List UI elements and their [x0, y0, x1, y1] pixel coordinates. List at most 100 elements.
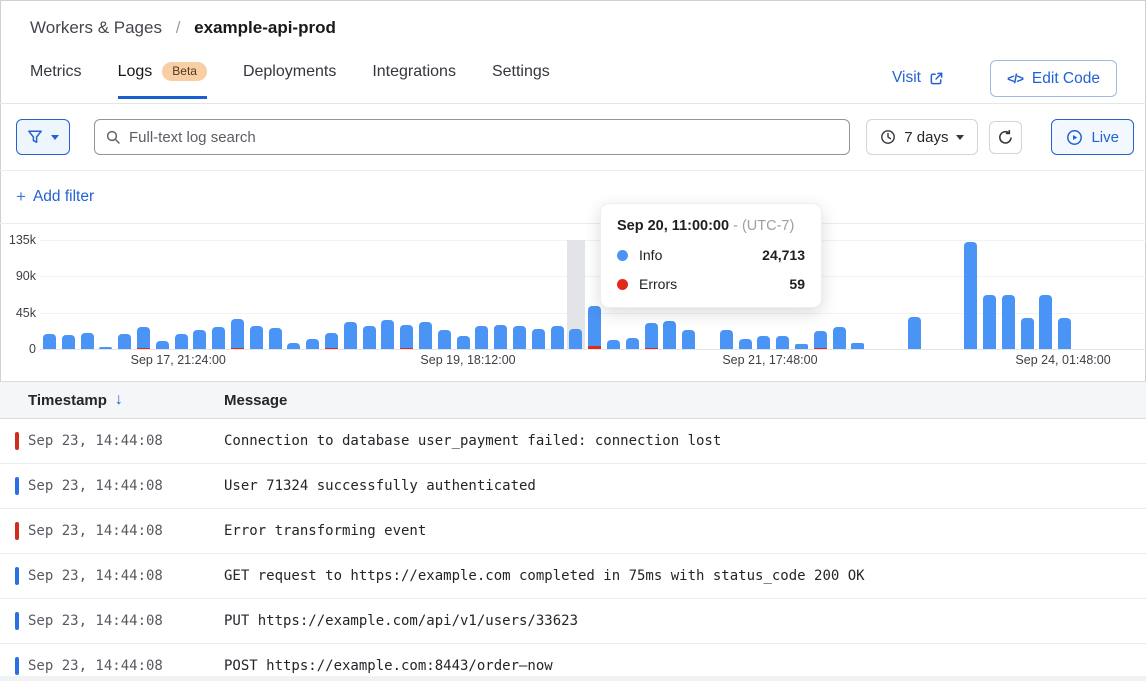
x-axis-label: Sep 21, 17:48:00	[722, 353, 817, 367]
tab-integrations[interactable]: Integrations	[372, 62, 456, 99]
chart-bar[interactable]	[156, 240, 169, 349]
chart-bar[interactable]	[494, 240, 507, 349]
chart-bar[interactable]	[62, 240, 75, 349]
edit-code-button[interactable]: </> Edit Code	[990, 60, 1117, 97]
info-segment	[43, 334, 56, 349]
page-header: Workers & Pages / example-api-prod Metri…	[0, 0, 1146, 104]
chart-bar[interactable]	[532, 240, 545, 349]
chart-bar[interactable]	[43, 240, 56, 349]
info-segment	[795, 344, 808, 349]
time-range-value: 7 days	[904, 129, 948, 146]
chart-bar[interactable]	[118, 240, 131, 349]
chart-bar[interactable]	[908, 240, 921, 349]
log-timestamp: Sep 23, 14:44:08	[28, 568, 224, 584]
tab-label: Settings	[492, 63, 550, 81]
chart-bar[interactable]	[1021, 240, 1034, 349]
table-body: Sep 23, 14:44:08Connection to database u…	[0, 419, 1146, 681]
severity-info-bar	[15, 567, 19, 585]
chart-bar[interactable]	[306, 240, 319, 349]
chart-bar[interactable]	[175, 240, 188, 349]
visit-link[interactable]: Visit	[892, 69, 944, 87]
filter-row: + Add filter	[0, 171, 1146, 224]
tab-logs[interactable]: LogsBeta	[118, 62, 207, 99]
breadcrumb-section[interactable]: Workers & Pages	[30, 18, 162, 37]
chart-bar[interactable]	[833, 240, 846, 349]
chart-bar[interactable]	[363, 240, 376, 349]
log-timestamp: Sep 23, 14:44:08	[28, 523, 224, 539]
chart-bar[interactable]	[81, 240, 94, 349]
chart-bar[interactable]	[964, 240, 977, 349]
chart-bar[interactable]	[551, 240, 564, 349]
log-row[interactable]: Sep 23, 14:44:08PUT https://example.com/…	[0, 599, 1146, 644]
sort-desc-icon[interactable]: ↓	[115, 391, 123, 409]
timestamp-header-label: Timestamp	[28, 392, 107, 409]
chart-bar[interactable]	[569, 240, 582, 349]
info-segment	[626, 338, 639, 349]
chart-bar[interactable]	[287, 240, 300, 349]
chart-bar[interactable]	[419, 240, 432, 349]
time-range-dropdown[interactable]: 7 days	[866, 119, 978, 155]
chart-bar[interactable]	[137, 240, 150, 349]
chart-bar[interactable]	[457, 240, 470, 349]
log-row[interactable]: Sep 23, 14:44:08GET request to https://e…	[0, 554, 1146, 599]
info-segment	[381, 320, 394, 349]
error-segment	[645, 348, 658, 349]
gridline	[40, 349, 1146, 350]
tab-settings[interactable]: Settings	[492, 62, 550, 99]
log-message: GET request to https://example.com compl…	[224, 568, 1146, 584]
info-segment	[551, 326, 564, 349]
timestamp-column-header[interactable]: Timestamp ↓	[28, 391, 224, 409]
info-segment	[344, 322, 357, 349]
chart-bar[interactable]	[250, 240, 263, 349]
chart-bar[interactable]	[231, 240, 244, 349]
info-segment	[1039, 295, 1052, 349]
info-segment	[532, 329, 545, 349]
info-segment	[814, 331, 827, 348]
tab-label: Metrics	[30, 63, 82, 81]
info-segment	[118, 334, 131, 349]
info-segment	[457, 336, 470, 349]
chart-bar[interactable]	[269, 240, 282, 349]
chart-bar[interactable]	[851, 240, 864, 349]
tooltip-series-value: 59	[789, 276, 805, 292]
chart-bar[interactable]	[475, 240, 488, 349]
visit-label: Visit	[892, 69, 921, 87]
chart-bar[interactable]	[438, 240, 451, 349]
log-row[interactable]: Sep 23, 14:44:08Error transforming event	[0, 509, 1146, 554]
log-row[interactable]: Sep 23, 14:44:08Connection to database u…	[0, 419, 1146, 464]
breadcrumb: Workers & Pages / example-api-prod	[30, 18, 336, 38]
log-row[interactable]: Sep 23, 14:44:08User 71324 successfully …	[0, 464, 1146, 509]
filter-menu-button[interactable]	[16, 119, 70, 155]
tab-deployments[interactable]: Deployments	[243, 62, 336, 99]
chart-bar[interactable]	[1039, 240, 1052, 349]
info-segment	[475, 326, 488, 349]
live-button[interactable]: Live	[1051, 119, 1134, 155]
log-message: Error transforming event	[224, 523, 1146, 539]
info-segment	[645, 323, 658, 348]
chart-bar[interactable]	[513, 240, 526, 349]
chart-bar[interactable]	[212, 240, 225, 349]
chart-bar[interactable]	[400, 240, 413, 349]
error-segment	[325, 348, 338, 349]
play-circle-icon	[1066, 129, 1083, 146]
severity-info-bar	[15, 612, 19, 630]
info-segment	[400, 325, 413, 348]
chart-bar[interactable]	[1002, 240, 1015, 349]
chart-bar[interactable]	[193, 240, 206, 349]
chart-bar[interactable]	[983, 240, 996, 349]
tab-metrics[interactable]: Metrics	[30, 62, 82, 99]
info-segment	[1002, 295, 1015, 349]
funnel-icon	[27, 129, 43, 145]
add-filter-button[interactable]: + Add filter	[16, 187, 94, 207]
tooltip-row: Errors59	[617, 276, 805, 292]
chart-bar[interactable]	[381, 240, 394, 349]
search-input[interactable]	[94, 119, 850, 155]
info-segment	[1021, 318, 1034, 349]
chart-bar[interactable]	[344, 240, 357, 349]
chart-bar[interactable]	[99, 240, 112, 349]
info-segment	[983, 295, 996, 349]
chart-bar[interactable]	[325, 240, 338, 349]
info-segment	[720, 330, 733, 349]
chart-bar[interactable]	[1058, 240, 1071, 349]
refresh-button[interactable]	[989, 121, 1022, 154]
